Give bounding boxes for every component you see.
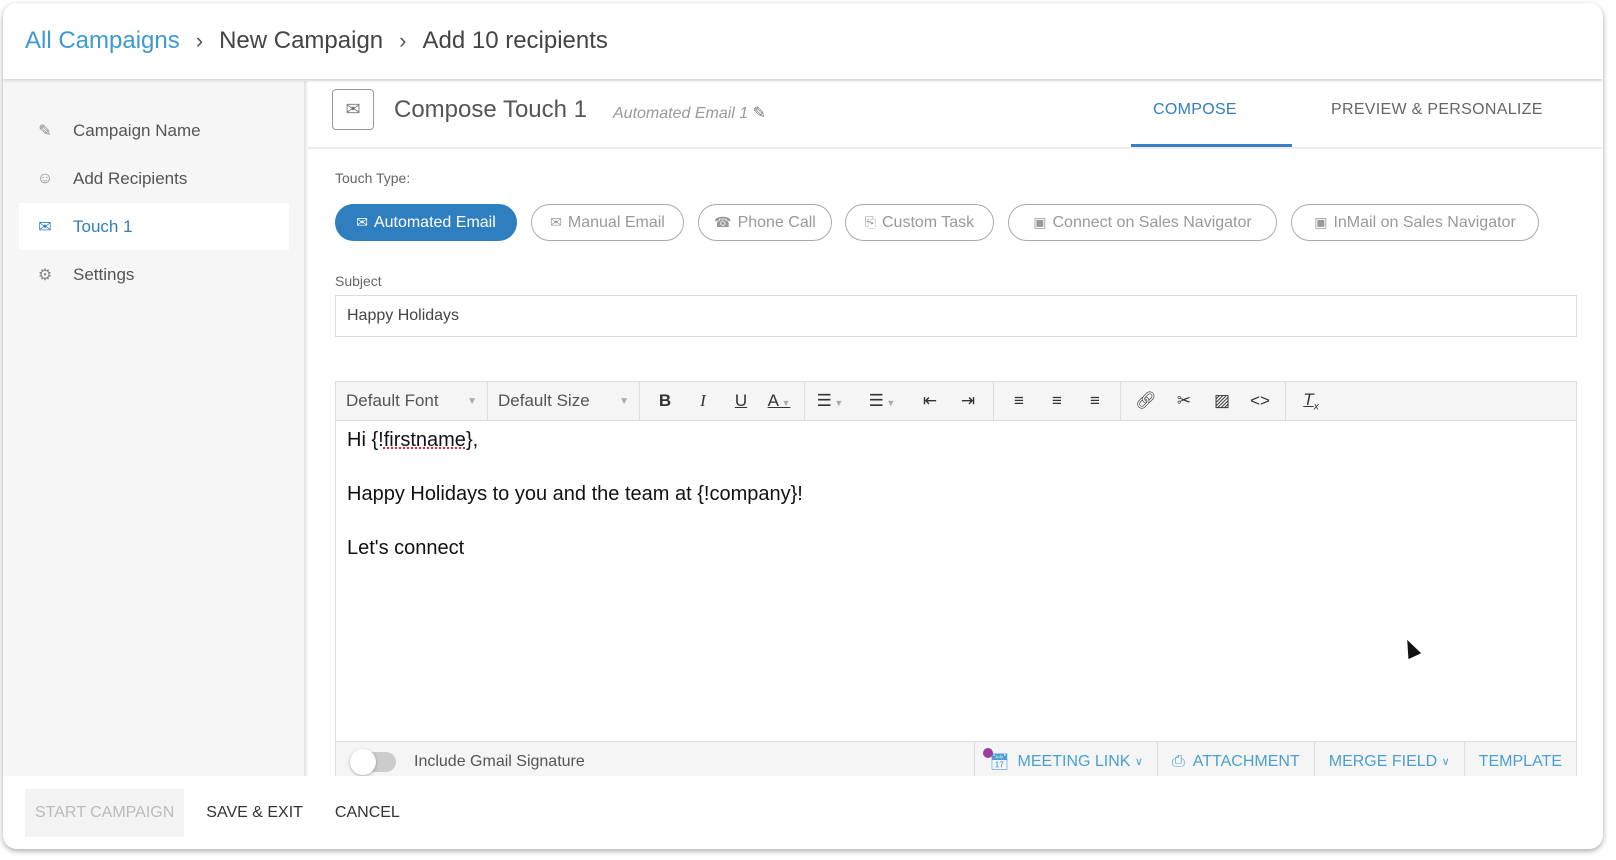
email-body-editor[interactable]: Hi {!firstname}, Happy Holidays to you a… (335, 421, 1577, 742)
linkedin-icon: ▣ (1314, 214, 1328, 230)
phone-icon: ☎ (714, 214, 732, 230)
breadcrumb-current: Add 10 recipients (422, 27, 608, 54)
touch-type-label: Touch Type: (335, 170, 411, 186)
touch-name[interactable]: Automated Email 1 ✎ (613, 103, 766, 123)
size-select-value: Default Size (498, 391, 590, 410)
align-center-icon[interactable]: ≡ (1038, 391, 1076, 411)
pill-label: Custom Task (882, 213, 975, 231)
linkedin-icon: ▣ (1033, 214, 1047, 230)
caret-down-icon: ▼ (467, 395, 477, 407)
pencil-icon[interactable]: ✎ (753, 105, 766, 122)
sidebar-item-label: Add Recipients (73, 168, 188, 188)
text-color-icon[interactable]: A ▼ (760, 391, 798, 411)
body-line: Hi {!firstname}, (347, 429, 479, 451)
source-code-icon[interactable]: <> (1241, 391, 1279, 411)
sidebar-item-label: Campaign Name (73, 120, 201, 140)
link-icon[interactable]: 🔗︎ (1127, 391, 1165, 411)
compose-header: ✉ Compose Touch 1 Automated Email 1 ✎ CO… (308, 81, 1603, 149)
italic-icon[interactable]: I (684, 391, 722, 411)
attachment-label: ATTACHMENT (1192, 752, 1300, 770)
bold-icon[interactable]: B (646, 391, 684, 411)
template-label: TEMPLATE (1478, 752, 1562, 770)
underline-icon[interactable]: U (722, 391, 760, 411)
align-right-icon[interactable]: ≡ (1076, 391, 1114, 411)
body-line: Happy Holidays to you and the team at {!… (347, 483, 803, 505)
size-select[interactable]: Default Size ▼ (488, 382, 640, 420)
pill-label: Phone Call (737, 213, 816, 231)
chevron-right-icon: › (195, 28, 204, 53)
editor-toolbar: Default Font ▼ Default Size ▼ B I U A ▼ ☰ … (335, 381, 1577, 421)
sidebar-item-touch-1[interactable]: ✉ Touch 1 (19, 203, 289, 250)
touch-type-phone-call[interactable]: ☎ Phone Call (698, 204, 832, 241)
pill-label: Connect on Sales Navigator (1052, 213, 1252, 231)
sidebar-item-label: Settings (73, 264, 135, 284)
touch-type-inmail-sales-navigator[interactable]: ▣ InMail on Sales Navigator (1291, 204, 1539, 241)
footer-actions: START CAMPAIGN SAVE & EXIT CANCEL (3, 776, 1603, 849)
active-tab-indicator (1131, 144, 1292, 147)
sidebar-item-label: Touch 1 (73, 216, 133, 236)
outdent-icon[interactable]: ⇤ (911, 391, 949, 411)
sidebar-item-campaign-name[interactable]: ✎ Campaign Name (19, 107, 289, 154)
chevron-down-icon: ∨ (1441, 756, 1450, 768)
cancel-button[interactable]: CANCEL (325, 789, 410, 837)
gmail-signature-toggle[interactable] (350, 748, 396, 775)
email-clock-icon: ✉ (356, 214, 368, 230)
touch-type-custom-task[interactable]: ⎘ Custom Task (845, 204, 994, 241)
unlink-icon[interactable]: ✂ (1165, 391, 1203, 411)
start-campaign-button[interactable]: START CAMPAIGN (25, 788, 185, 837)
numbered-list-icon[interactable]: ☰ ▼ (811, 391, 849, 411)
bullet-list-icon[interactable]: ☰ ▼ (863, 391, 901, 411)
breadcrumb-all-campaigns[interactable]: All Campaigns (25, 27, 180, 55)
tab-compose[interactable]: COMPOSE (1153, 101, 1237, 119)
touch-name-text: Automated Email 1 (613, 105, 749, 122)
email-clock-icon: ✉ (332, 89, 374, 130)
touch-type-manual-email[interactable]: ✉ Manual Email (531, 204, 684, 241)
font-select[interactable]: Default Font ▼ (336, 382, 488, 420)
pill-label: InMail on Sales Navigator (1333, 213, 1516, 231)
pencil-icon: ✎ (38, 122, 52, 140)
subject-input[interactable]: Happy Holidays (335, 295, 1577, 337)
chevron-right-icon: › (399, 28, 407, 53)
compose-panel: ✉ Compose Touch 1 Automated Email 1 ✎ CO… (308, 81, 1603, 849)
sidebar: ✎ Campaign Name ☺ Add Recipients ✉ Touch 1 … (3, 81, 306, 849)
save-exit-button[interactable]: SAVE & EXIT (196, 789, 313, 837)
email-clock-icon: ✉ (38, 218, 52, 236)
sidebar-item-add-recipients[interactable]: ☺ Add Recipients (19, 155, 289, 202)
compose-title: Compose Touch 1 (394, 96, 588, 123)
breadcrumb-new-campaign: New Campaign (219, 27, 384, 54)
body-line: Let's connect (347, 537, 465, 559)
gear-icon: ⚙ (37, 266, 53, 284)
meeting-link-label: MEETING LINK (1017, 752, 1131, 770)
chevron-down-icon: ∨ (1134, 756, 1143, 768)
sidebar-item-settings[interactable]: ⚙ Settings (19, 251, 289, 298)
touch-type-automated-email[interactable]: ✉ Automated Email (335, 204, 517, 241)
email-edit-icon: ✉ (550, 214, 562, 230)
clear-format-icon[interactable]: Tx (1292, 390, 1330, 412)
caret-down-icon: ▼ (619, 395, 629, 407)
breadcrumb: All Campaigns › New Campaign › Add 10 re… (3, 3, 1603, 79)
align-left-icon[interactable]: ≡ (1000, 391, 1038, 411)
font-select-value: Default Font (346, 391, 439, 410)
tab-preview-personalize[interactable]: PREVIEW & PERSONALIZE (1331, 101, 1543, 119)
clipboard-icon: ⎘ (864, 214, 876, 230)
indent-icon[interactable]: ⇥ (949, 391, 987, 411)
users-icon: ☺ (36, 169, 54, 187)
pill-label: Automated Email (373, 213, 496, 231)
image-icon[interactable]: ▨ (1203, 391, 1241, 411)
gmail-signature-label: Include Gmail Signature (414, 752, 585, 770)
touch-type-connect-sales-navigator[interactable]: ▣ Connect on Sales Navigator (1008, 204, 1277, 241)
pill-label: Manual Email (567, 213, 665, 231)
merge-field-label: MERGE FIELD (1328, 752, 1438, 770)
attachment-icon: ⎙ (1171, 752, 1185, 770)
app-window: All Campaigns › New Campaign › Add 10 re… (3, 3, 1603, 849)
subject-label: Subject (335, 273, 382, 289)
